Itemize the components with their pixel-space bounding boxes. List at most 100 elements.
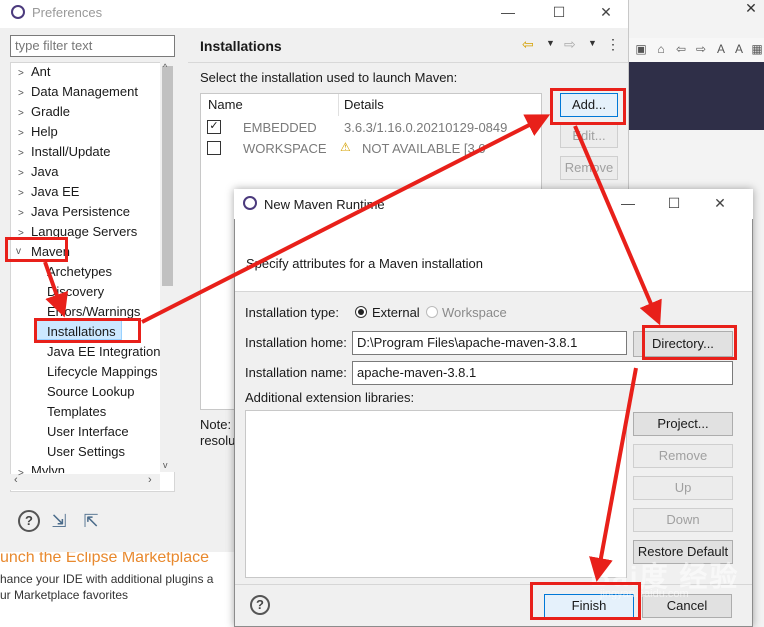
external-radio-label[interactable]: External <box>372 305 420 320</box>
annotation-box-directory <box>642 325 737 360</box>
chevron-right-icon[interactable]: > <box>18 68 24 79</box>
annotation-box-add <box>550 88 626 125</box>
close-icon[interactable]: ✕ <box>710 194 730 212</box>
window-title: Preferences <box>32 5 103 20</box>
chevron-right-icon[interactable]: > <box>18 468 24 479</box>
tree-item-install-update[interactable]: Install/Update <box>31 144 111 159</box>
eclipse-icon <box>11 5 25 19</box>
dialog-title: New Maven Runtime <box>264 197 385 212</box>
chevron-right-icon[interactable]: > <box>18 88 24 99</box>
warning-icon: ⚠ <box>340 140 351 154</box>
scroll-right-icon[interactable]: › <box>148 474 152 486</box>
installation-home-input[interactable]: D:\Program Files\apache-maven-3.8.1 <box>352 331 627 355</box>
installation-name-input[interactable]: apache-maven-3.8.1 <box>352 361 733 385</box>
down-button[interactable]: Down <box>633 508 733 532</box>
installation-home-label: Installation home: <box>245 335 347 350</box>
scroll-down-icon[interactable]: v <box>163 460 168 470</box>
column-header-name[interactable]: Name <box>208 97 243 112</box>
note-label: Note: <box>200 417 232 432</box>
marketplace-text: hance your IDE with additional plugins a <box>0 572 214 586</box>
extension-libraries-label: Additional extension libraries: <box>245 390 415 405</box>
annotation-box-installations <box>34 318 141 343</box>
project-button[interactable]: Project... <box>633 412 733 436</box>
workspace-checkbox[interactable] <box>207 141 221 155</box>
background-banner <box>628 62 764 130</box>
export-icon[interactable]: ⇱ <box>80 510 102 532</box>
font-increase-icon[interactable]: A <box>714 42 728 56</box>
tree-item-gradle[interactable]: Gradle <box>31 104 70 119</box>
minimize-icon[interactable]: — <box>618 194 638 212</box>
embedded-checkbox[interactable]: ✓ <box>207 120 221 134</box>
tree-item-java[interactable]: Java <box>31 164 58 179</box>
table-cell-name[interactable]: EMBEDDED <box>243 120 317 135</box>
edit-button[interactable]: Edit... <box>560 124 618 148</box>
column-header-details[interactable]: Details <box>344 97 384 112</box>
radio-selected-dot <box>358 309 364 315</box>
tree-item-discovery[interactable]: Discovery <box>47 284 104 299</box>
workspace-radio-label[interactable]: Workspace <box>442 305 507 320</box>
tree-item-user-settings[interactable]: User Settings <box>47 444 125 459</box>
tree-item-help[interactable]: Help <box>31 124 58 139</box>
tree-item-data-management[interactable]: Data Management <box>31 84 138 99</box>
menu-icon[interactable]: ⋮ <box>606 36 620 53</box>
chevron-right-icon[interactable]: > <box>18 108 24 119</box>
chevron-right-icon[interactable]: > <box>18 208 24 219</box>
table-cell-details[interactable]: 3.6.3/1.16.0.20210129-0849 <box>344 120 507 135</box>
tree-scroll-thumb[interactable] <box>162 66 173 286</box>
tree-item-mylyn[interactable]: Mylyn <box>31 463 65 473</box>
forward-icon[interactable]: ⇨ <box>564 36 576 53</box>
tree-item-ant[interactable]: Ant <box>31 64 51 79</box>
back-icon[interactable]: ⇦ <box>522 36 534 53</box>
chevron-right-icon[interactable]: > <box>18 128 24 139</box>
tree-item-java-ee-integration[interactable]: Java EE Integration <box>47 344 160 359</box>
note-text: resolu <box>200 433 236 448</box>
table-cell-name[interactable]: WORKSPACE <box>243 141 327 156</box>
eclipse-icon <box>243 196 257 210</box>
maximize-icon[interactable]: ☐ <box>549 3 569 21</box>
home-icon[interactable]: ⌂ <box>654 42 668 56</box>
chevron-down-icon[interactable]: ▼ <box>546 38 555 48</box>
help-icon[interactable]: ? <box>250 595 270 615</box>
tree-item-archetypes[interactable]: Archetypes <box>47 264 112 279</box>
filter-input[interactable]: type filter text <box>10 35 175 57</box>
divider <box>188 62 628 63</box>
chevron-right-icon[interactable]: > <box>18 168 24 179</box>
tree-horizontal-scrollbar[interactable]: ‹ › <box>10 474 160 490</box>
forward-icon[interactable]: ⇨ <box>694 42 708 56</box>
tree-item-errors-warnings[interactable]: Errors/Warnings <box>47 304 140 319</box>
tree-item-templates[interactable]: Templates <box>47 404 106 419</box>
picture-icon[interactable]: ▦ <box>750 42 764 56</box>
background-toolbar: ▣ ⌂ ⇦ ⇨ A A ▦ <box>628 38 764 63</box>
tree-item-user-interface[interactable]: User Interface <box>47 424 129 439</box>
chevron-down-icon[interactable]: ▼ <box>588 38 597 48</box>
chevron-right-icon[interactable]: > <box>18 148 24 159</box>
extension-libraries-list[interactable] <box>245 410 627 578</box>
column-separator[interactable] <box>338 94 339 116</box>
dialog-description: Specify attributes for a Maven installat… <box>246 256 484 271</box>
select-installation-label: Select the installation used to launch M… <box>200 70 458 85</box>
font-decrease-icon[interactable]: A <box>732 42 746 56</box>
page-title: Installations <box>200 38 282 54</box>
annotation-box-maven <box>5 237 68 262</box>
tree-item-lifecycle-mappings[interactable]: Lifecycle Mappings <box>47 364 158 379</box>
remove-button[interactable]: Remove <box>560 156 618 180</box>
help-icon[interactable]: ? <box>18 510 40 532</box>
scroll-up-icon[interactable]: ^ <box>163 62 167 72</box>
table-cell-details[interactable]: NOT AVAILABLE [3.0 <box>362 141 486 156</box>
back-icon[interactable]: ⇦ <box>674 42 688 56</box>
maximize-icon[interactable]: ☐ <box>664 194 684 212</box>
close-icon[interactable]: ✕ <box>596 3 616 21</box>
tree-item-source-lookup[interactable]: Source Lookup <box>47 384 134 399</box>
save-icon[interactable]: ▣ <box>634 42 648 56</box>
annotation-box-finish <box>530 582 641 620</box>
marketplace-text: ur Marketplace favorites <box>0 588 129 602</box>
minimize-icon[interactable]: — <box>498 3 518 21</box>
up-button[interactable]: Up <box>633 476 733 500</box>
tree-item-java-ee[interactable]: Java EE <box>31 184 79 199</box>
tree-item-java-persistence[interactable]: Java Persistence <box>31 204 130 219</box>
background-close-icon[interactable]: ✕ <box>738 0 764 16</box>
import-icon[interactable]: ⇲ <box>48 510 70 532</box>
workspace-radio[interactable] <box>426 306 438 318</box>
chevron-right-icon[interactable]: > <box>18 188 24 199</box>
remove-library-button[interactable]: Remove <box>633 444 733 468</box>
